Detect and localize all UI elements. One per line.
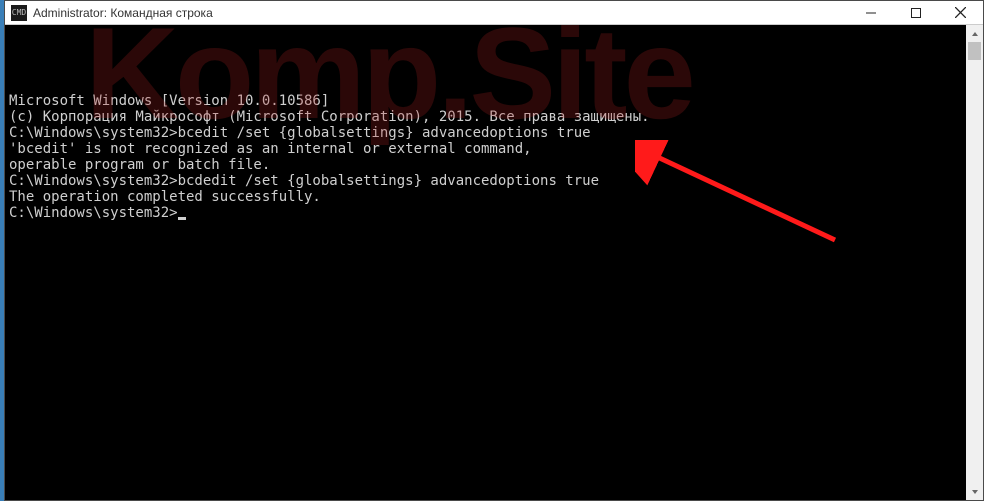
cmd-window: CMD Administrator: Командная строка Komp… — [4, 0, 984, 501]
vertical-scrollbar[interactable] — [966, 25, 983, 500]
console-line: C:\Windows\system32>bcedit /set {globals… — [9, 125, 964, 141]
close-button[interactable] — [938, 1, 983, 25]
console-prompt-line[interactable]: C:\Windows\system32> — [9, 205, 964, 221]
watermark-text: Komp.Site — [85, 65, 692, 81]
minimize-icon — [866, 8, 876, 18]
maximize-button[interactable] — [893, 1, 938, 25]
console-line: Microsoft Windows [Version 10.0.10586] — [9, 93, 964, 109]
console-line: The operation completed successfully. — [9, 189, 964, 205]
minimize-button[interactable] — [848, 1, 893, 25]
scroll-track[interactable] — [966, 42, 983, 483]
scroll-up-button[interactable] — [966, 25, 983, 42]
chevron-up-icon — [971, 30, 979, 38]
close-icon — [955, 7, 966, 18]
titlebar[interactable]: CMD Administrator: Командная строка — [5, 1, 983, 25]
console-line: (c) Корпорация Майкрософт (Microsoft Cor… — [9, 109, 964, 125]
chevron-down-icon — [971, 488, 979, 496]
console-output[interactable]: Komp.Site Microsoft Windows [Version 10.… — [5, 25, 966, 500]
scroll-down-button[interactable] — [966, 483, 983, 500]
console-line: C:\Windows\system32>bcdedit /set {global… — [9, 173, 964, 189]
cmd-icon-label: CMD — [12, 9, 26, 17]
window-title: Administrator: Командная строка — [33, 6, 213, 20]
text-cursor — [178, 217, 186, 220]
cmd-icon: CMD — [11, 5, 27, 21]
console-prompt: C:\Windows\system32> — [9, 205, 178, 221]
console-line: 'bcedit' is not recognized as an interna… — [9, 141, 964, 157]
console-line: operable program or batch file. — [9, 157, 964, 173]
maximize-icon — [911, 8, 921, 18]
console-area: Komp.Site Microsoft Windows [Version 10.… — [5, 25, 983, 500]
scroll-thumb[interactable] — [968, 42, 981, 60]
